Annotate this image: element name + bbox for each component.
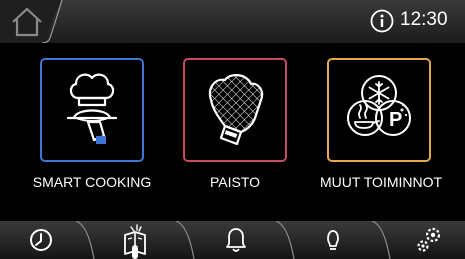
- nav-light-button[interactable]: [308, 221, 358, 259]
- info-button[interactable]: [370, 9, 394, 33]
- other-functions-icon: P: [347, 75, 411, 136]
- paisto-label: PAISTO: [209, 174, 261, 190]
- clock-time: 12:30: [400, 9, 448, 30]
- settings-gears-icon: [417, 227, 441, 252]
- bell-icon: [226, 228, 246, 252]
- status-bar-background: [0, 0, 465, 43]
- nav-alarm-button[interactable]: [211, 221, 261, 259]
- muut-toiminnot-tile[interactable]: P: [327, 58, 431, 162]
- home-icon: [12, 7, 42, 37]
- oven-mitt-icon: [208, 74, 264, 146]
- nav-recipe-button[interactable]: [111, 221, 161, 259]
- smart-cooking-tile[interactable]: [40, 58, 144, 162]
- bottom-nav-bar: [0, 221, 465, 259]
- chef-serving-icon: [66, 73, 118, 144]
- muut-toiminnot-label: MUUT TOIMINNOT: [319, 174, 443, 190]
- p-glyph: P: [389, 109, 402, 131]
- nav-timer-button[interactable]: [16, 221, 66, 259]
- smart-cooking-label: SMART COOKING: [32, 174, 152, 190]
- lightbulb-icon: [327, 230, 339, 250]
- nav-settings-button[interactable]: [405, 221, 455, 259]
- paisto-tile[interactable]: [183, 58, 287, 162]
- timer-icon: [30, 229, 52, 251]
- status-bar: 12:30: [0, 0, 465, 43]
- recipe-book-icon: [124, 224, 146, 259]
- info-icon: [370, 9, 394, 33]
- home-button[interactable]: [10, 6, 44, 38]
